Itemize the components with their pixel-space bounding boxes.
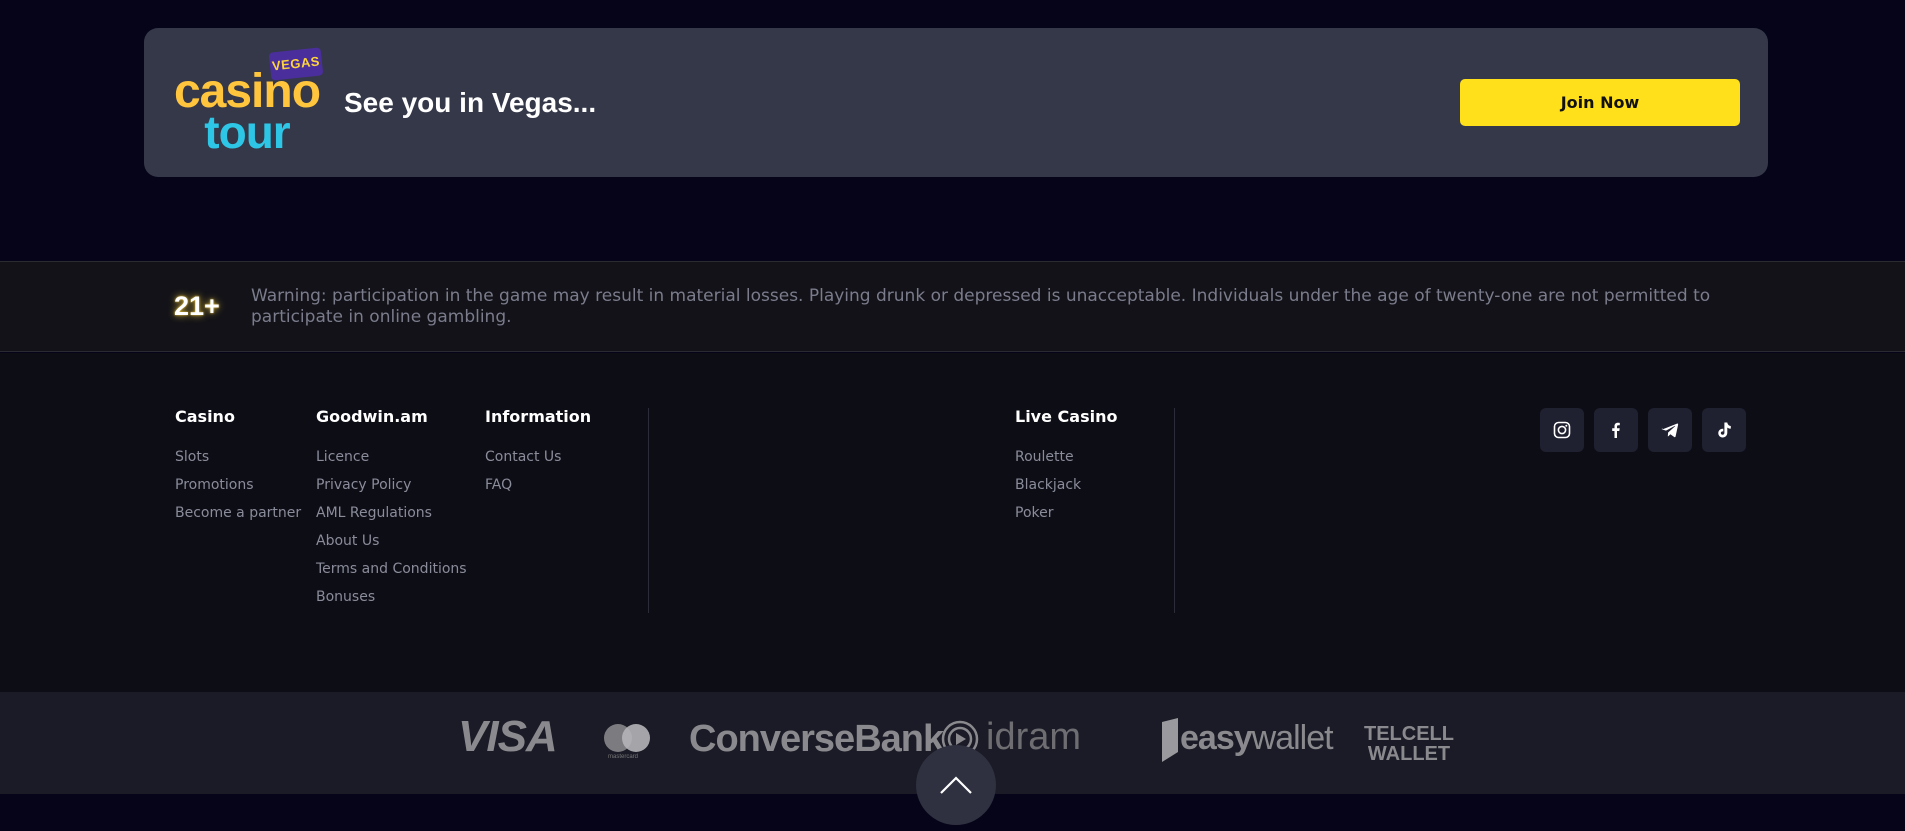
footer-link-contact-us[interactable]: Contact Us [485, 443, 591, 471]
footer-link-aml-regulations[interactable]: AML Regulations [316, 499, 467, 527]
easywallet-icon [1162, 718, 1178, 762]
facebook-icon [1612, 422, 1620, 438]
footer-divider [648, 408, 649, 613]
footer-column-live-casino: Live Casino Roulette Blackjack Poker [1015, 407, 1117, 527]
mastercard-circle-right [622, 724, 650, 752]
telcell-line1: TELCELL [1364, 723, 1454, 745]
join-now-button[interactable]: Join Now [1460, 79, 1740, 126]
footer-column-information: Information Contact Us FAQ [485, 407, 591, 499]
banner-title: See you in Vegas... [344, 87, 597, 118]
scroll-to-top-button[interactable] [916, 745, 996, 825]
footer-column-title: Live Casino [1015, 407, 1118, 426]
idram-logo: idram [941, 716, 1082, 759]
footer-link-about-us[interactable]: About Us [316, 527, 467, 555]
logo-tour-text: tour [204, 106, 290, 158]
footer-navigation: Casino Slots Promotions Become a partner… [0, 353, 1905, 693]
easywallet-logo: easywallet [1160, 718, 1334, 762]
instagram-button[interactable] [1540, 408, 1584, 452]
idram-label: idram [986, 716, 1082, 758]
easywallet-bold: easy [1180, 718, 1253, 757]
footer-link-slots[interactable]: Slots [175, 443, 301, 471]
chevron-up-icon [940, 776, 972, 794]
footer-link-privacy-policy[interactable]: Privacy Policy [316, 471, 467, 499]
warning-text: Warning: participation in the game may r… [251, 286, 1711, 327]
telcell-line2: WALLET [1367, 743, 1451, 765]
instagram-icon [1553, 421, 1571, 439]
telegram-icon [1661, 423, 1679, 438]
promo-banner: VEGAS casino tour See you in Vegas... Jo… [144, 28, 1768, 177]
facebook-button[interactable] [1594, 408, 1638, 452]
conversebank-logo: ConverseBank [689, 718, 944, 760]
footer-link-terms[interactable]: Terms and Conditions [316, 555, 467, 583]
footer-column-title: Goodwin.am [316, 407, 428, 426]
footer-divider [1174, 408, 1175, 613]
footer-link-promotions[interactable]: Promotions [175, 471, 301, 499]
footer-link-poker[interactable]: Poker [1015, 499, 1117, 527]
footer-link-roulette[interactable]: Roulette [1015, 443, 1117, 471]
footer-link-faq[interactable]: FAQ [485, 471, 591, 499]
tiktok-button[interactable] [1702, 408, 1746, 452]
visa-logo: VISA [458, 712, 558, 761]
footer-link-become-partner[interactable]: Become a partner [175, 499, 301, 527]
social-links [1540, 408, 1746, 452]
tiktok-icon [1718, 422, 1731, 438]
footer-link-blackjack[interactable]: Blackjack [1015, 471, 1117, 499]
casino-tour-logo: VEGAS casino tour [172, 47, 324, 160]
footer-column-title: Information [485, 407, 592, 426]
mastercard-logo: mastercard [604, 724, 652, 760]
telegram-button[interactable] [1648, 408, 1692, 452]
footer-link-licence[interactable]: Licence [316, 443, 467, 471]
footer-column-goodwin: Goodwin.am Licence Privacy Policy AML Re… [316, 407, 467, 611]
age-restriction-badge: 21+ [174, 291, 220, 321]
footer-column-casino: Casino Slots Promotions Become a partner [175, 407, 301, 527]
responsible-gambling-warning: 21+ Warning: participation in the game m… [0, 261, 1905, 352]
footer-link-bonuses[interactable]: Bonuses [316, 583, 467, 611]
mastercard-label: mastercard [608, 754, 639, 760]
telcell-wallet-logo: TELCELL WALLET [1364, 724, 1454, 764]
easywallet-thin: wallet [1251, 718, 1334, 757]
footer-column-title: Casino [175, 407, 235, 426]
